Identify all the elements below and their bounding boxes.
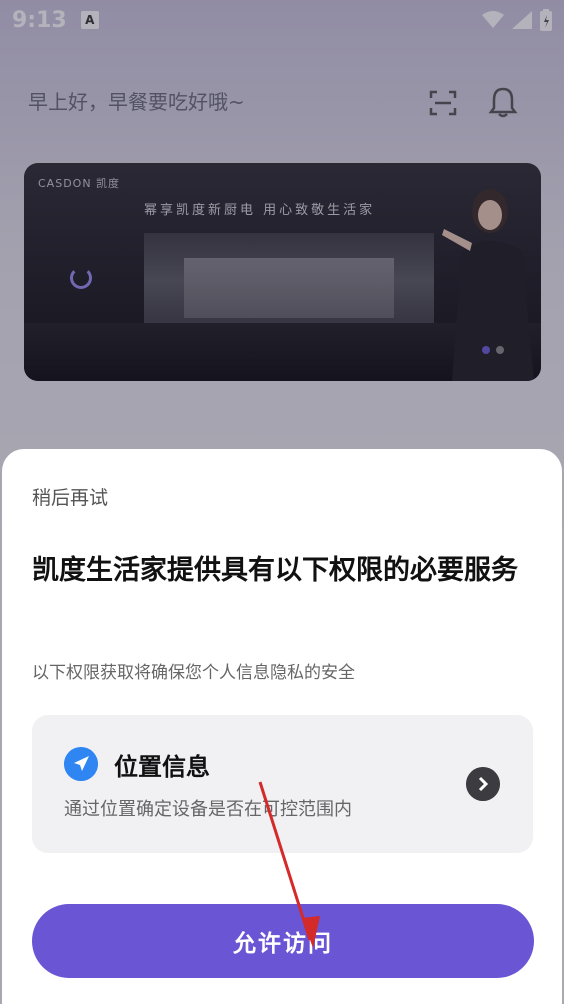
chevron-right-icon[interactable]	[466, 767, 500, 801]
allow-access-button[interactable]: 允许访问	[32, 904, 534, 978]
permission-card-location[interactable]: 位置信息 通过位置确定设备是否在可控范围内	[32, 715, 533, 853]
location-arrow-icon	[64, 747, 98, 781]
later-button[interactable]: 稍后再试	[32, 483, 108, 510]
sheet-title: 凯度生活家提供具有以下权限的必要服务	[32, 555, 518, 586]
permission-sheet: 稍后再试 凯度生活家提供具有以下权限的必要服务 以下权限获取将确保您个人信息隐私…	[2, 449, 562, 1004]
sheet-subtitle: 以下权限获取将确保您个人信息隐私的安全	[32, 663, 355, 683]
permission-description: 通过位置确定设备是否在可控范围内	[64, 799, 352, 820]
permission-title: 位置信息	[114, 753, 210, 781]
